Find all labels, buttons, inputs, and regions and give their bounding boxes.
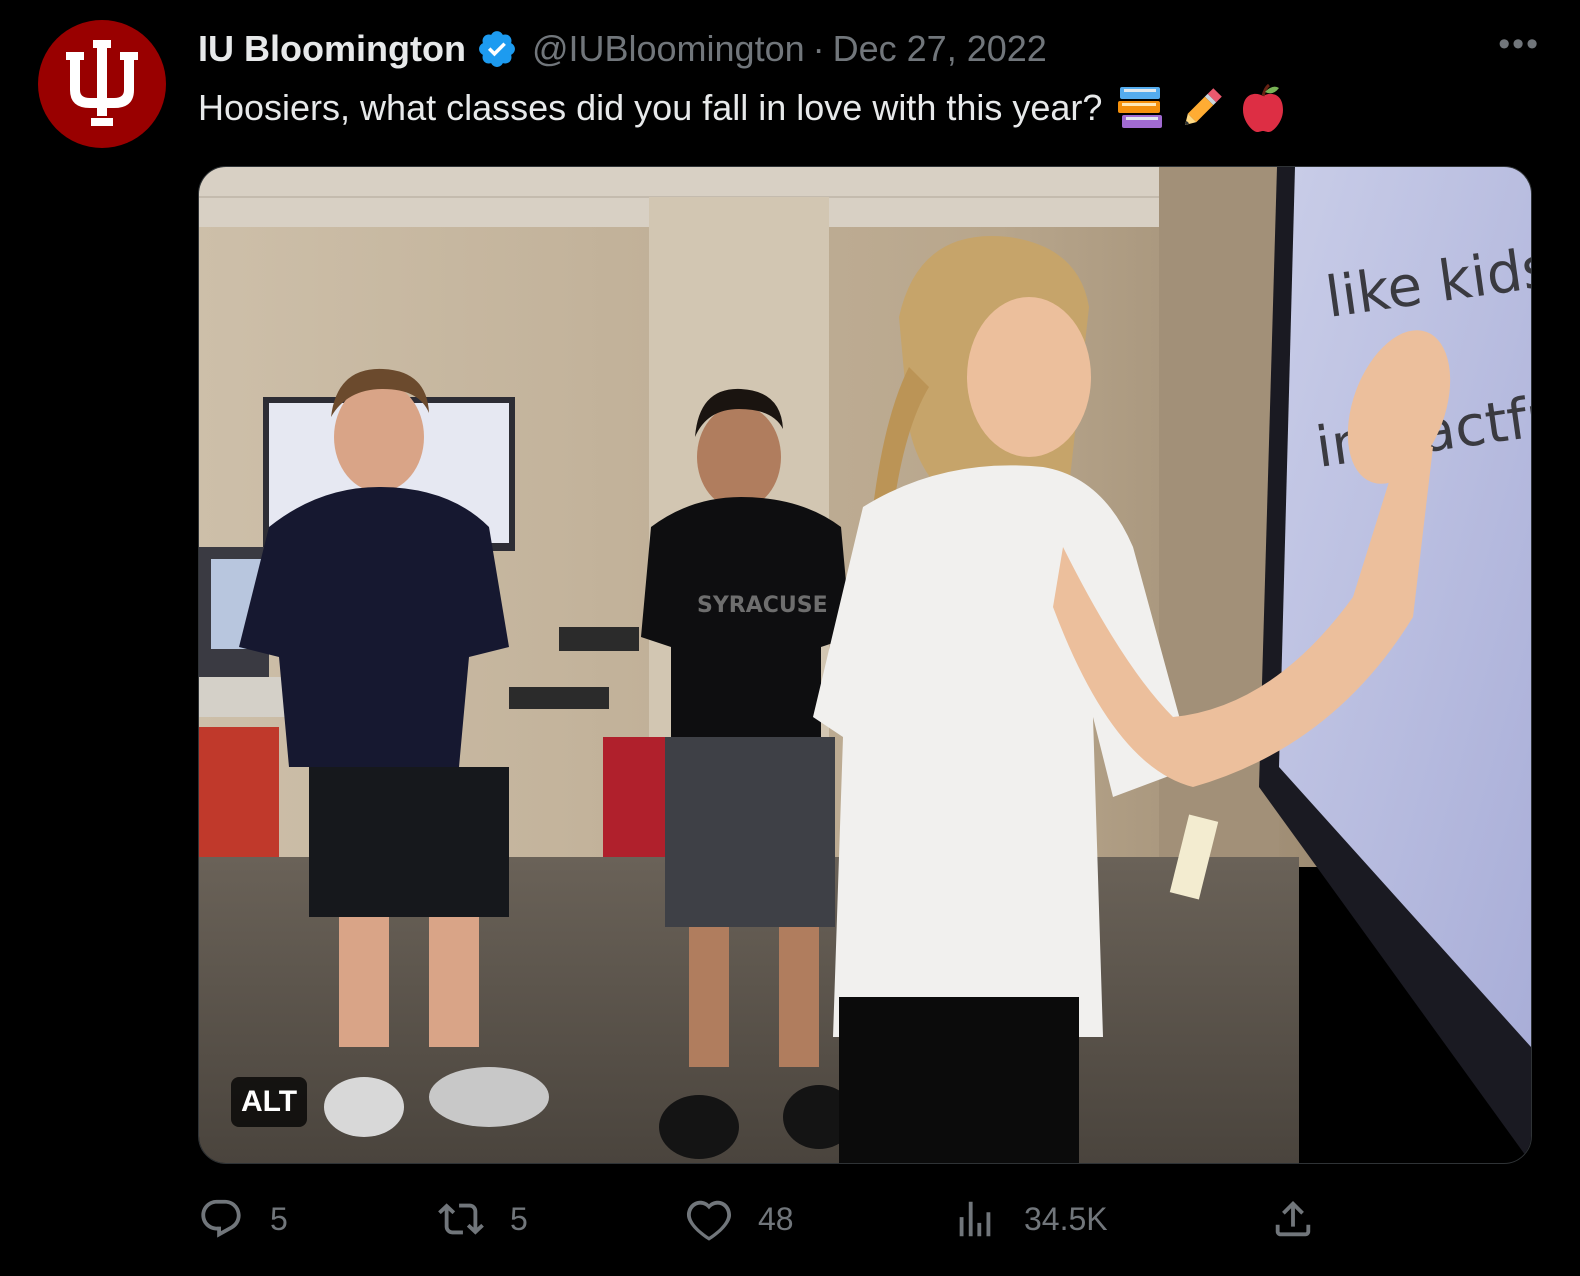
tweet-body: Hoosiers, what classes did you fall in l…: [198, 87, 1103, 128]
author-handle[interactable]: @IUBloomington: [532, 28, 805, 70]
books-emoji-icon: [1118, 87, 1163, 128]
tweet-text: Hoosiers, what classes did you fall in l…: [198, 84, 1286, 132]
retweet-button[interactable]: 5: [438, 1196, 528, 1242]
reply-button[interactable]: 5: [198, 1196, 288, 1242]
iu-trident-logo-icon: [66, 40, 138, 126]
separator-dot: ·: [812, 28, 825, 69]
tweet-header: IU Bloomington @IUBloomington · Dec 27, …: [198, 24, 1540, 74]
views-chart-icon: [959, 1201, 991, 1237]
views-count: 34.5K: [1024, 1200, 1108, 1237]
alt-text-badge[interactable]: ALT: [231, 1077, 308, 1127]
views-button[interactable]: 34.5K: [952, 1196, 1108, 1242]
like-button[interactable]: 48: [686, 1196, 794, 1242]
share-icon: [1275, 1200, 1311, 1237]
retweet-count: 5: [510, 1200, 528, 1237]
heart-icon: [686, 1200, 732, 1241]
author-name[interactable]: IU Bloomington: [198, 28, 466, 70]
tweet-action-bar: 5 5 48 34.5K: [198, 1196, 1338, 1256]
more-options-button[interactable]: •••: [1498, 27, 1540, 61]
classroom-photo: like kids impactful SYRACUSE: [199, 167, 1531, 1163]
apple-emoji-icon: [1243, 84, 1284, 132]
reply-count: 5: [270, 1200, 288, 1237]
pencil-emoji-icon: [1185, 88, 1223, 125]
tweet-date[interactable]: Dec 27, 2022: [833, 28, 1047, 70]
shirt-text: SYRACUSE: [697, 593, 828, 618]
share-button[interactable]: [1270, 1196, 1316, 1242]
verified-badge-icon: [479, 31, 515, 67]
like-count: 48: [758, 1200, 794, 1237]
tweet-photo[interactable]: like kids impactful SYRACUSE ALT: [198, 166, 1532, 1164]
reply-icon: [201, 1199, 241, 1238]
retweet-icon: [438, 1203, 484, 1235]
iu-avatar[interactable]: [38, 20, 166, 148]
